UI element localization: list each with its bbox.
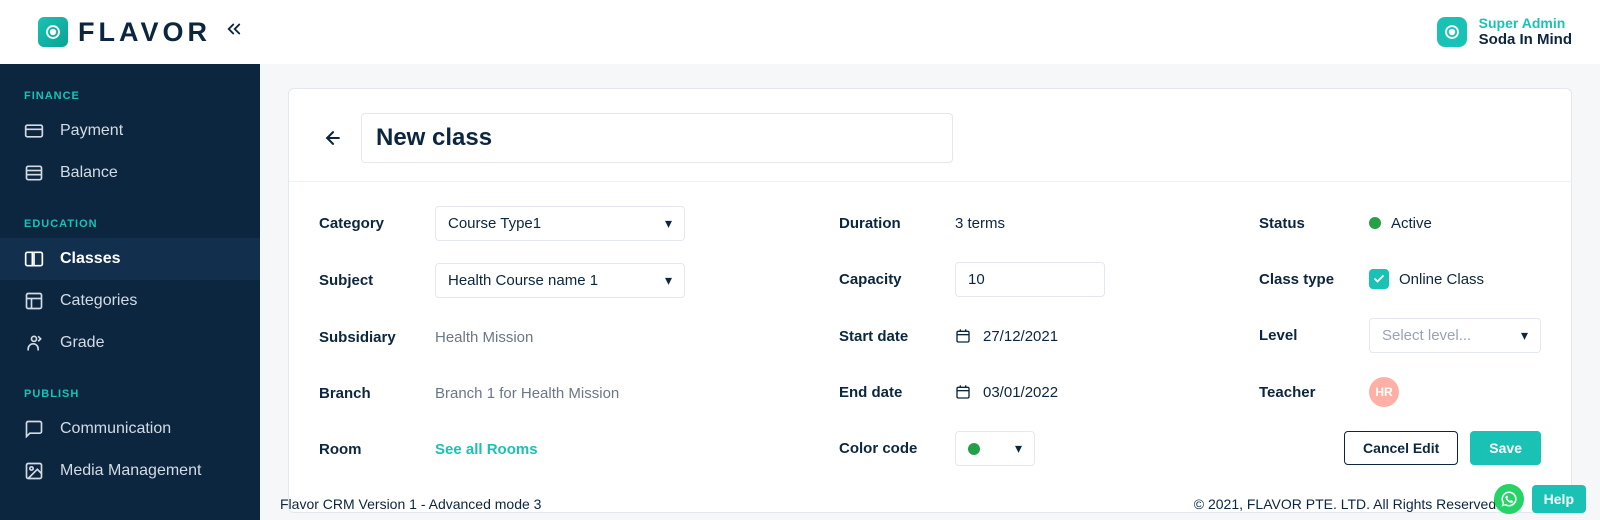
calendar-icon — [955, 384, 971, 400]
level-select[interactable]: Select level... ▾ — [1369, 318, 1541, 353]
subsidiary-value: Health Mission — [435, 329, 533, 346]
user-menu[interactable]: Super Admin Soda In Mind — [1437, 15, 1572, 50]
label-end-date: End date — [839, 384, 955, 401]
category-select[interactable]: Course Type1 ▾ — [435, 206, 685, 241]
sidebar-item-communication[interactable]: Communication — [0, 408, 260, 450]
teacher-avatar[interactable]: HR — [1369, 377, 1399, 407]
label-category: Category — [319, 215, 435, 232]
form-card: New class Category Course Type1 ▾ Subjec — [288, 88, 1572, 513]
cancel-edit-button[interactable]: Cancel Edit — [1344, 431, 1458, 465]
calendar-icon — [955, 328, 971, 344]
subject-select[interactable]: Health Course name 1 ▾ — [435, 263, 685, 298]
user-avatar-icon — [1437, 17, 1467, 47]
categories-icon — [24, 291, 44, 311]
whatsapp-button[interactable] — [1494, 484, 1524, 514]
nav-group-publish: PUBLISH — [0, 380, 260, 408]
see-all-rooms-link[interactable]: See all Rooms — [435, 441, 538, 458]
footer-version: Flavor CRM Version 1 - Advanced mode 3 — [280, 496, 541, 512]
label-level: Level — [1259, 327, 1369, 344]
help-button[interactable]: Help — [1532, 485, 1586, 513]
subject-value: Health Course name 1 — [448, 272, 598, 289]
sidebar-item-label: Balance — [60, 164, 118, 182]
label-teacher: Teacher — [1259, 384, 1369, 401]
sidebar-item-grade[interactable]: Grade — [0, 322, 260, 364]
branch-value: Branch 1 for Health Mission — [435, 385, 619, 402]
grade-icon — [24, 333, 44, 353]
sidebar-item-label: Grade — [60, 334, 104, 352]
chevron-down-icon: ▾ — [1015, 440, 1022, 457]
logo-mark-icon — [38, 17, 68, 47]
sidebar-collapse-icon[interactable] — [225, 20, 243, 44]
divider — [289, 181, 1571, 182]
start-date-value: 27/12/2021 — [983, 328, 1058, 345]
status-dot-icon — [1369, 217, 1381, 229]
nav-group-education: EDUCATION — [0, 210, 260, 238]
sidebar-item-media-management[interactable]: Media Management — [0, 450, 260, 492]
brand-logo[interactable]: FLAVOR — [38, 17, 211, 48]
book-icon — [24, 249, 44, 269]
user-company: Soda In Mind — [1479, 31, 1572, 49]
back-button[interactable] — [319, 124, 347, 152]
footer: Flavor CRM Version 1 - Advanced mode 3 ©… — [280, 496, 1500, 512]
logo-block: FLAVOR — [38, 17, 243, 48]
class-type-value: Online Class — [1399, 271, 1484, 288]
chevron-down-icon: ▾ — [665, 215, 672, 232]
footer-copyright: © 2021, FLAVOR PTE. LTD. All Rights Rese… — [1194, 496, 1500, 512]
credit-card-icon — [24, 121, 44, 141]
sidebar-item-label: Categories — [60, 292, 137, 310]
label-subject: Subject — [319, 272, 435, 289]
chevron-down-icon: ▾ — [1521, 327, 1528, 344]
label-class-type: Class type — [1259, 271, 1369, 288]
sidebar-item-label: Classes — [60, 250, 121, 268]
title-input[interactable]: New class — [361, 113, 953, 163]
end-date-picker[interactable]: 03/01/2022 — [955, 384, 1058, 401]
label-capacity: Capacity — [839, 271, 955, 288]
end-date-value: 03/01/2022 — [983, 384, 1058, 401]
teacher-initials: HR — [1375, 385, 1392, 399]
page-title: New class — [376, 124, 492, 152]
brand-name: FLAVOR — [78, 17, 211, 48]
nav-group-finance: FINANCE — [0, 82, 260, 110]
label-start-date: Start date — [839, 328, 955, 345]
label-status: Status — [1259, 215, 1369, 232]
color-dot-icon — [968, 443, 980, 455]
media-icon — [24, 461, 44, 481]
status-value: Active — [1369, 215, 1432, 232]
label-room: Room — [319, 441, 435, 458]
label-color-code: Color code — [839, 440, 955, 457]
topbar: FLAVOR Super Admin Soda In Mind — [0, 0, 1600, 64]
color-code-select[interactable]: ▾ — [955, 431, 1035, 466]
user-role: Super Admin — [1479, 15, 1572, 32]
status-text: Active — [1391, 215, 1432, 232]
duration-value: 3 terms — [955, 215, 1005, 232]
main-content: New class Category Course Type1 ▾ Subjec — [260, 64, 1600, 520]
chat-icon — [24, 419, 44, 439]
sidebar-item-balance[interactable]: Balance — [0, 152, 260, 194]
chevron-down-icon: ▾ — [665, 272, 672, 289]
sidebar: FINANCE Payment Balance EDUCATION Classe… — [0, 64, 260, 520]
sidebar-item-categories[interactable]: Categories — [0, 280, 260, 322]
sidebar-item-label: Media Management — [60, 462, 201, 480]
capacity-input[interactable] — [955, 262, 1105, 297]
category-value: Course Type1 — [448, 215, 541, 232]
online-class-checkbox[interactable] — [1369, 269, 1389, 289]
label-subsidiary: Subsidiary — [319, 329, 435, 346]
balance-icon — [24, 163, 44, 183]
label-duration: Duration — [839, 215, 955, 232]
sidebar-item-label: Payment — [60, 122, 123, 140]
label-branch: Branch — [319, 385, 435, 402]
sidebar-item-payment[interactable]: Payment — [0, 110, 260, 152]
start-date-picker[interactable]: 27/12/2021 — [955, 328, 1058, 345]
level-placeholder: Select level... — [1382, 327, 1471, 344]
sidebar-item-label: Communication — [60, 420, 171, 438]
sidebar-item-classes[interactable]: Classes — [0, 238, 260, 280]
save-button[interactable]: Save — [1470, 431, 1541, 465]
